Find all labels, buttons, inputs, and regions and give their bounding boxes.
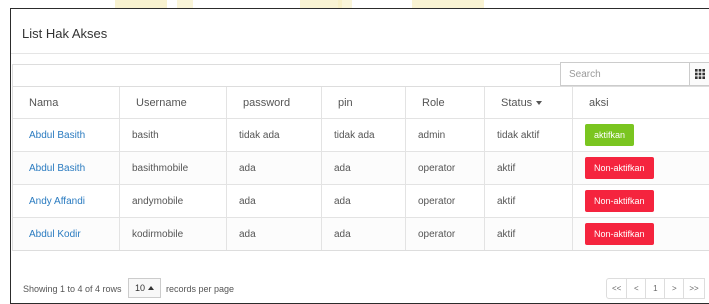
sort-caret-icon [536,100,543,105]
column-header-pin[interactable]: pin [321,86,406,119]
user-name-link[interactable]: Abdul Kodir [29,229,81,240]
cell-username: andymobile [119,184,227,218]
column-header-password[interactable]: password [226,86,322,119]
cell-pin: ada [321,217,406,251]
column-header-username[interactable]: Username [119,86,227,119]
cell-role: admin [405,118,485,152]
columns-toggle-button[interactable] [689,62,709,86]
first-page-button[interactable]: << [606,278,628,299]
column-header-status[interactable]: Status [484,86,573,119]
deactivate-button[interactable]: Non-aktifkan [585,190,654,212]
cell-password: ada [226,217,322,251]
table-row: Abdul Kodir kodirmobile ada ada operator… [12,217,709,251]
column-header-nama[interactable]: Nama [12,86,120,119]
table-header-row: Nama Username password pin Role Status a… [12,86,709,119]
cell-pin: ada [321,151,406,185]
panel-heading: List Hak Akses [11,9,709,54]
page-size-dropdown[interactable]: 10 [128,278,161,298]
next-page-button[interactable]: > [664,278,685,299]
deactivate-button[interactable]: Non-aktifkan [585,223,654,245]
deactivate-button[interactable]: Non-aktifkan [585,157,654,179]
prev-page-button[interactable]: < [626,278,647,299]
cell-status: aktif [484,217,573,251]
cell-role: operator [405,217,485,251]
cell-username: basithmobile [119,151,227,185]
cell-password: ada [226,184,322,218]
table-row: Abdul Basith basith tidak ada tidak ada … [12,118,709,152]
pagination-info: Showing 1 to 4 of 4 rows [23,284,122,294]
cell-pin: tidak ada [321,118,406,152]
cell-username: kodirmobile [119,217,227,251]
user-name-link[interactable]: Abdul Basith [29,130,85,141]
user-name-link[interactable]: Andy Affandi [29,196,85,207]
search-input[interactable] [560,62,689,86]
column-header-aksi: aksi [572,86,709,119]
access-table: Nama Username password pin Role Status a… [12,86,709,251]
column-header-role[interactable]: Role [405,86,485,119]
cell-status: tidak aktif [484,118,573,152]
cell-role: operator [405,151,485,185]
grid-icon [695,69,705,79]
page-1-button[interactable]: 1 [645,278,666,299]
table-row: Abdul Basith basithmobile ada ada operat… [12,151,709,185]
pagination: << < 1 > >> [606,278,705,299]
last-page-button[interactable]: >> [683,278,705,299]
caret-up-icon [148,286,154,290]
cell-password: tidak ada [226,118,322,152]
page-size-label: records per page [166,284,235,294]
panel-title: List Hak Akses [22,26,108,41]
table-row: Andy Affandi andymobile ada ada operator… [12,184,709,218]
cell-pin: ada [321,184,406,218]
cell-status: aktif [484,184,573,218]
cell-status: aktif [484,151,573,185]
user-name-link[interactable]: Abdul Basith [29,163,85,174]
cell-username: basith [119,118,227,152]
cell-role: operator [405,184,485,218]
cell-password: ada [226,151,322,185]
activate-button[interactable]: aktifkan [585,124,635,146]
